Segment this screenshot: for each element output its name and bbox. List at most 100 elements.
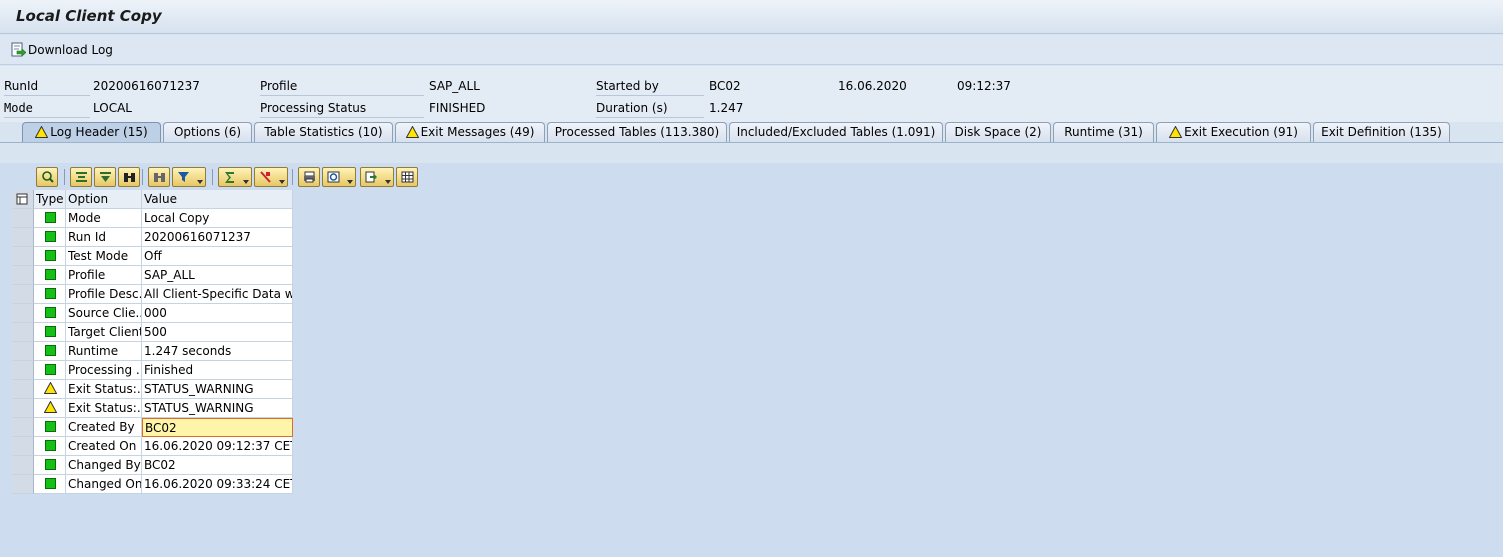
dropdown-caret-icon <box>347 180 353 184</box>
print-icon <box>304 171 315 183</box>
value-cell[interactable]: Local Copy <box>142 209 293 228</box>
column-settings-icon <box>16 193 28 205</box>
download-icon <box>10 42 27 58</box>
filter-icon <box>178 172 189 182</box>
views-button[interactable] <box>322 167 356 187</box>
row-selector[interactable] <box>12 285 34 304</box>
value-cell[interactable]: 16.06.2020 09:33:24 CET <box>142 475 293 494</box>
mode-value: LOCAL <box>93 101 132 115</box>
column-header-value[interactable]: Value <box>142 190 293 209</box>
warning-icon <box>35 126 49 138</box>
tab-label: Runtime (31) <box>1064 125 1143 139</box>
tab-processed-tables[interactable]: Processed Tables (113.380) <box>547 122 727 142</box>
success-status-icon <box>45 326 56 337</box>
tab-runtime[interactable]: Runtime (31) <box>1053 122 1154 142</box>
row-selector[interactable] <box>12 209 34 228</box>
views-icon <box>327 171 340 183</box>
start-date: 16.06.2020 <box>838 79 907 93</box>
find-next-button[interactable] <box>148 167 170 187</box>
row-selector[interactable] <box>12 342 34 361</box>
title-bar: Local Client Copy <box>0 0 1503 34</box>
value-cell[interactable]: 20200616071237 <box>142 228 293 247</box>
export-icon <box>365 171 377 183</box>
value-cell[interactable]: BC02 <box>142 456 293 475</box>
duration-label: Duration (s) <box>596 99 704 118</box>
column-header-type[interactable]: Type <box>34 190 66 209</box>
type-cell <box>34 304 66 323</box>
type-cell <box>34 209 66 228</box>
download-log-button[interactable]: Download Log <box>10 41 113 59</box>
filter-button[interactable] <box>172 167 206 187</box>
details-icon <box>42 171 54 183</box>
value-cell[interactable]: BC02 <box>142 418 293 437</box>
find-next-icon <box>154 173 165 182</box>
option-cell: Mode <box>66 209 142 228</box>
toolbar-separator <box>212 169 213 185</box>
sum-icon <box>225 172 234 183</box>
toolbar-separator <box>64 169 65 185</box>
success-status-icon <box>45 269 56 280</box>
success-status-icon <box>45 478 56 489</box>
value-cell[interactable]: 000 <box>142 304 293 323</box>
tab-exit-execution[interactable]: Exit Execution (91) <box>1156 122 1311 142</box>
sort-ascending-button[interactable] <box>70 167 92 187</box>
row-selector[interactable] <box>12 380 34 399</box>
option-cell: Exit Status:... <box>66 399 142 418</box>
sort-descending-button[interactable] <box>94 167 116 187</box>
dropdown-caret-icon <box>243 180 249 184</box>
tab-exit-messages[interactable]: Exit Messages (49) <box>395 122 545 142</box>
tab-label: Processed Tables (113.380) <box>554 125 720 139</box>
value-cell[interactable]: STATUS_WARNING <box>142 399 293 418</box>
row-selector[interactable] <box>12 361 34 380</box>
row-selector[interactable] <box>12 418 34 437</box>
success-status-icon <box>45 288 56 299</box>
value-cell[interactable]: Finished <box>142 361 293 380</box>
row-selector[interactable] <box>12 475 34 494</box>
sort-ascending-icon <box>76 172 87 182</box>
value-cell[interactable]: Off <box>142 247 293 266</box>
option-cell: Runtime <box>66 342 142 361</box>
value-cell[interactable]: 1.247 seconds <box>142 342 293 361</box>
tab-log-header[interactable]: Log Header (15) <box>22 122 161 142</box>
type-cell <box>34 285 66 304</box>
value-cell[interactable]: 500 <box>142 323 293 342</box>
row-selector[interactable] <box>12 456 34 475</box>
content-area: Type Option Value Mode Local Copy Run Id 20200… <box>0 142 1503 557</box>
content-band <box>0 143 1503 163</box>
details-button[interactable] <box>36 167 58 187</box>
value-cell[interactable]: 16.06.2020 09:12:37 CET <box>142 437 293 456</box>
row-selector[interactable] <box>12 247 34 266</box>
row-selector[interactable] <box>12 304 34 323</box>
warning-icon <box>44 401 57 413</box>
column-header-option[interactable]: Option <box>66 190 142 209</box>
value-cell[interactable]: STATUS_WARNING <box>142 380 293 399</box>
tab-exit-definition[interactable]: Exit Definition (135) <box>1313 122 1450 142</box>
row-selector[interactable] <box>12 437 34 456</box>
tab-disk-space[interactable]: Disk Space (2) <box>945 122 1051 142</box>
runid-label: RunId <box>4 77 90 96</box>
subtotal-button[interactable] <box>254 167 288 187</box>
value-cell[interactable]: All Client-Specific Data w/... <box>142 285 293 304</box>
export-button[interactable] <box>360 167 394 187</box>
success-status-icon <box>45 364 56 375</box>
layout-button[interactable] <box>396 167 418 187</box>
row-selector[interactable] <box>12 266 34 285</box>
row-selector[interactable] <box>12 323 34 342</box>
tab-table-statistics[interactable]: Table Statistics (10) <box>254 122 393 142</box>
value-cell[interactable]: SAP_ALL <box>142 266 293 285</box>
row-selector[interactable] <box>12 399 34 418</box>
print-button[interactable] <box>298 167 320 187</box>
success-status-icon <box>45 421 56 432</box>
tab-label: Table Statistics (10) <box>264 125 383 139</box>
find-button[interactable] <box>118 167 140 187</box>
option-cell: Processing ... <box>66 361 142 380</box>
select-all-button[interactable] <box>12 190 34 209</box>
tab-included-excluded-tables[interactable]: Included/Excluded Tables (1.091) <box>729 122 943 142</box>
tab-options[interactable]: Options (6) <box>163 122 252 142</box>
type-cell <box>34 418 66 437</box>
row-selector[interactable] <box>12 228 34 247</box>
sum-button[interactable] <box>218 167 252 187</box>
option-cell: Run Id <box>66 228 142 247</box>
warning-icon <box>405 126 419 138</box>
type-cell <box>34 437 66 456</box>
